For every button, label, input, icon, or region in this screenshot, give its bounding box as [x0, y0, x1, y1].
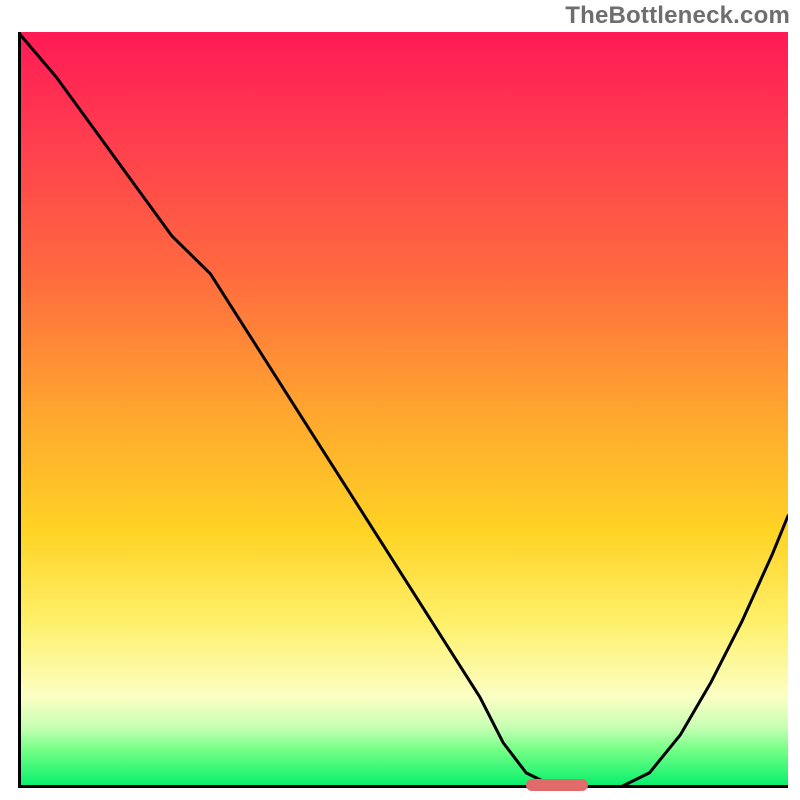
plot-area: [18, 32, 788, 788]
optimum-marker: [526, 779, 588, 791]
curve-path: [18, 32, 788, 788]
watermark-text: TheBottleneck.com: [565, 2, 790, 30]
bottleneck-chart: TheBottleneck.com: [0, 0, 800, 800]
bottleneck-curve: [18, 32, 788, 788]
